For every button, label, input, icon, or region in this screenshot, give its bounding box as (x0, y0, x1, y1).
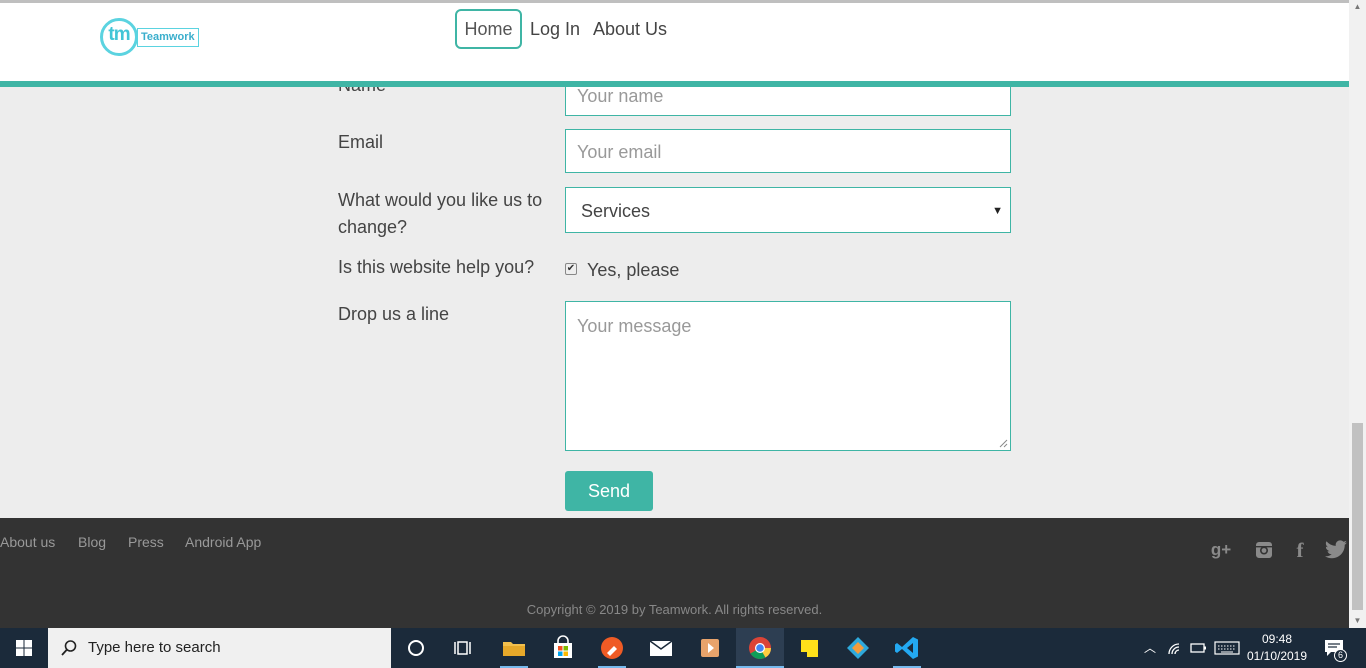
change-label-line-2: change? (338, 217, 408, 237)
copyright-text: Copyright © 2019 by Teamwork. All rights… (526, 602, 823, 617)
caret-down-icon: ▼ (992, 205, 1003, 217)
site-header: tm Teamwork Home Log In About Us (0, 3, 1349, 81)
keyboard-icon[interactable] (1214, 638, 1240, 658)
scrollbar-thumb[interactable] (1352, 423, 1363, 610)
instagram-icon[interactable] (1252, 540, 1276, 560)
change-label-line-1: What would you like us to (338, 190, 543, 210)
teamwork-logo[interactable]: tm Teamwork (100, 18, 200, 58)
microsoft-store-icon[interactable] (549, 634, 577, 662)
help-checkbox[interactable]: ✔ (565, 263, 577, 275)
windows-taskbar: Type here to search ︿ 09:48 01/10/2019 6 (0, 628, 1366, 668)
battery-icon[interactable] (1188, 638, 1208, 658)
git-client-icon[interactable] (844, 634, 872, 662)
facebook-icon[interactable]: f (1288, 540, 1312, 561)
message-placeholder: Your message (577, 316, 692, 336)
postman-icon[interactable] (598, 634, 626, 662)
header-accent-bar (0, 81, 1349, 87)
chrome-icon[interactable] (746, 634, 774, 662)
change-label: What would you like us to change? (338, 187, 542, 241)
resize-handle-icon[interactable] (999, 439, 1008, 448)
windows-start-icon[interactable] (0, 628, 48, 668)
footer-link-press[interactable]: Press (128, 534, 164, 550)
notification-count-badge: 6 (1334, 649, 1347, 662)
mail-icon[interactable] (647, 634, 675, 662)
scroll-up-icon[interactable]: ▲ (1349, 0, 1366, 14)
nav-login[interactable]: Log In (530, 9, 580, 49)
search-placeholder: Type here to search (88, 639, 221, 656)
help-label: Is this website help you? (338, 257, 535, 277)
footer-link-android-app[interactable]: Android App (185, 534, 261, 550)
send-button[interactable]: Send (565, 471, 653, 511)
email-label: Email (338, 132, 384, 152)
taskbar-search-box[interactable]: Type here to search (48, 628, 391, 668)
browser-page: Name Your name Email Your email What wou… (0, 0, 1349, 628)
logo-mark: tm (108, 24, 130, 45)
task-view-icon[interactable] (450, 634, 478, 662)
sticky-notes-icon[interactable] (795, 634, 823, 662)
page-scrollbar[interactable]: ▲ ▼ (1349, 0, 1366, 628)
media-player-icon[interactable] (696, 634, 724, 662)
clock-date: 01/10/2019 (1246, 649, 1308, 663)
site-footer: About us Blog Press Android App g+ f Cop… (0, 518, 1349, 628)
nav-about-us[interactable]: About Us (593, 9, 667, 49)
message-textarea[interactable]: Your message (565, 301, 1011, 451)
change-select[interactable]: Services ▼ (565, 187, 1011, 233)
taskbar-clock[interactable]: 09:48 01/10/2019 (1245, 631, 1309, 665)
vscode-icon[interactable] (893, 634, 921, 662)
help-option-label[interactable]: Yes, please (587, 257, 679, 284)
nav-home[interactable]: Home (455, 9, 522, 49)
twitter-icon[interactable] (1324, 540, 1348, 560)
file-explorer-icon[interactable] (500, 634, 528, 662)
cortana-icon[interactable] (402, 634, 430, 662)
logo-wordmark: Teamwork (137, 28, 199, 47)
chevron-up-icon[interactable]: ︿ (1144, 628, 1156, 668)
clock-time: 09:48 (1261, 632, 1293, 646)
footer-link-about-us[interactable]: About us (0, 534, 55, 550)
search-icon (61, 640, 77, 656)
email-input[interactable]: Your email (565, 129, 1011, 173)
change-select-value: Services (581, 201, 651, 221)
wifi-icon[interactable] (1166, 638, 1186, 658)
google-plus-icon[interactable]: g+ (1209, 540, 1233, 560)
message-label: Drop us a line (338, 304, 450, 324)
scroll-down-icon[interactable]: ▼ (1349, 614, 1366, 628)
footer-link-blog[interactable]: Blog (78, 534, 106, 550)
